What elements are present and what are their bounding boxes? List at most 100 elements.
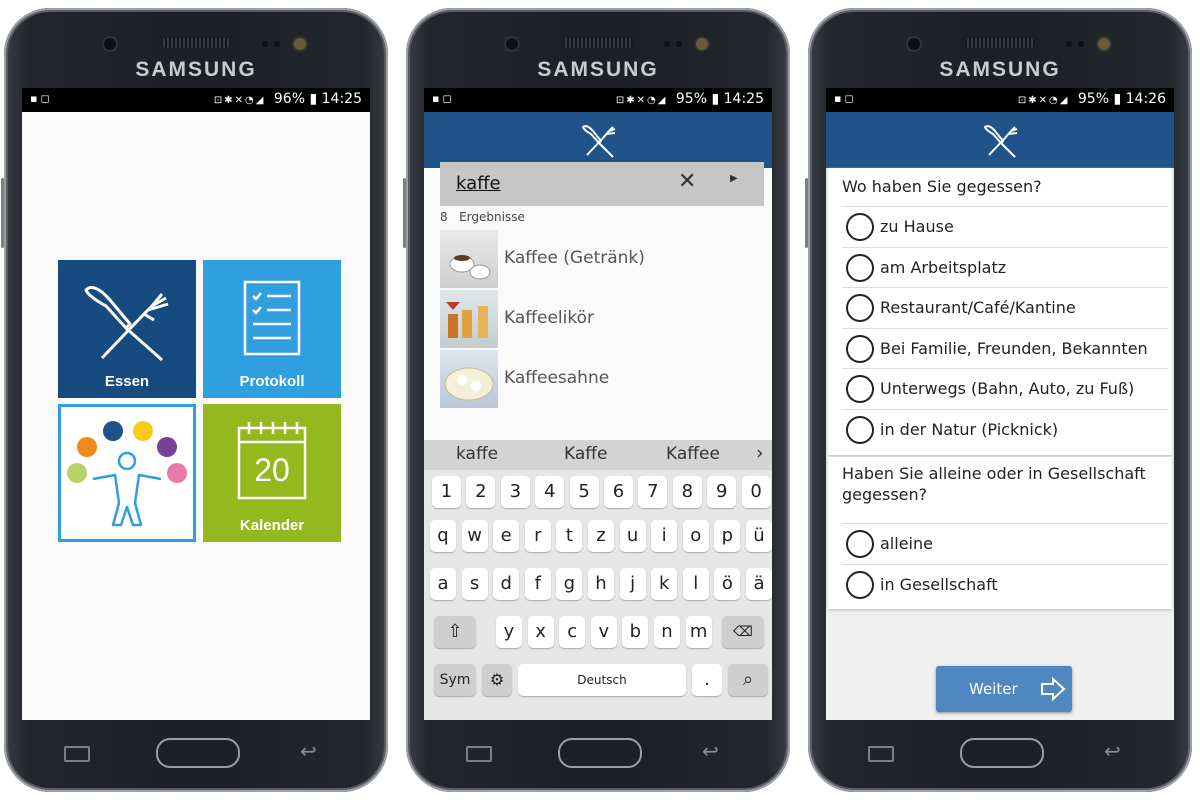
radio-button[interactable] [846, 415, 874, 444]
radio-button[interactable] [846, 334, 874, 363]
search-input[interactable]: kaffe ✕ ▶ [440, 162, 764, 206]
key-o[interactable]: o [682, 520, 709, 552]
recent-apps-button[interactable] [868, 746, 894, 762]
settings-gear-icon[interactable]: ⚙ [482, 664, 512, 696]
key-2[interactable]: 2 [466, 476, 496, 508]
radio-button[interactable] [846, 253, 874, 282]
key-p[interactable]: p [714, 520, 741, 552]
key-v[interactable]: v [590, 616, 617, 648]
radio-option[interactable]: in der Natur (Picknick) [842, 408, 1168, 450]
key-g[interactable]: g [556, 568, 583, 600]
search-icon[interactable]: ⌕ [728, 664, 768, 696]
option-label: Restaurant/Café/Kantine [880, 298, 1076, 317]
key-9[interactable]: 9 [707, 476, 737, 508]
protokoll-label: Protokoll [239, 373, 305, 390]
recent-apps-button[interactable] [64, 746, 90, 762]
option-label: am Arbeitsplatz [880, 257, 1007, 277]
key-ö[interactable]: ö [714, 568, 741, 600]
sym-key[interactable]: Sym [434, 664, 476, 696]
result-item[interactable]: Kaffeelikör [440, 290, 770, 348]
protokoll-tile[interactable]: Protokoll [203, 260, 341, 398]
key-h[interactable]: h [588, 568, 614, 600]
radio-button[interactable] [846, 213, 874, 241]
radio-button[interactable] [846, 530, 874, 558]
key-e[interactable]: e [493, 520, 520, 552]
radio-option[interactable]: alleine [842, 523, 1168, 564]
period-key[interactable]: . [692, 664, 722, 696]
key-q[interactable]: q [430, 520, 456, 552]
result-item[interactable]: Kaffee (Getränk) [440, 230, 770, 288]
phone-home: SAMSUNG ▪◻ ⊡✱✕◔◢ 96% ▮ 14:25 Essen Proto… [1, 8, 388, 792]
key-7[interactable]: 7 [638, 476, 668, 508]
key-3[interactable]: 3 [500, 476, 530, 508]
back-icon[interactable]: ↩ [702, 739, 719, 763]
key-i[interactable]: i [651, 520, 678, 552]
back-icon[interactable]: ↩ [300, 739, 317, 763]
radio-option[interactable]: zu Hause [842, 206, 1168, 247]
key-r[interactable]: r [524, 520, 551, 552]
key-0[interactable]: 0 [741, 476, 771, 508]
recent-apps-button[interactable] [466, 746, 492, 762]
key-ä[interactable]: ä [746, 568, 772, 600]
key-ü[interactable]: ü [746, 520, 772, 552]
results-count: 8 Ergebnisse [440, 210, 525, 224]
clock: 14:26 [1125, 91, 1166, 107]
key-m[interactable]: m [685, 616, 712, 648]
key-x[interactable]: x [527, 616, 554, 648]
shift-key[interactable]: ⇧ [434, 616, 476, 648]
radio-option[interactable]: Restaurant/Café/Kantine [842, 287, 1168, 328]
key-f[interactable]: f [524, 568, 551, 600]
sensor [262, 41, 268, 47]
essen-label: Essen [104, 373, 150, 390]
key-u[interactable]: u [619, 520, 646, 552]
flash [1098, 38, 1110, 50]
key-5[interactable]: 5 [569, 476, 599, 508]
home-button[interactable] [558, 738, 642, 768]
result-item[interactable]: Kaffeesahne [440, 350, 770, 408]
space-key[interactable]: Deutsch [518, 664, 686, 696]
status-right: ⊡✱✕◔◢ 95% ▮ 14:26 [1018, 91, 1166, 107]
activity-tile[interactable] [58, 404, 196, 542]
backspace-key[interactable]: ⌫ [722, 616, 764, 648]
key-d[interactable]: d [493, 568, 520, 600]
back-icon[interactable]: ↩ [1104, 739, 1121, 763]
radio-option[interactable]: Unterwegs (Bahn, Auto, zu Fuß) [842, 368, 1168, 409]
radio-button[interactable] [846, 570, 874, 599]
suggestion[interactable]: Kaffe [564, 444, 607, 464]
key-s[interactable]: s [461, 568, 488, 600]
key-4[interactable]: 4 [535, 476, 565, 508]
radio-option[interactable]: Bei Familie, Freunden, Bekannten [842, 327, 1168, 369]
key-c[interactable]: c [559, 616, 586, 648]
key-l[interactable]: l [682, 568, 709, 600]
home-button[interactable] [960, 738, 1044, 768]
more-suggestions-icon[interactable]: › [756, 442, 764, 464]
home-button[interactable] [156, 738, 240, 768]
notification-icons: ▪◻ [30, 92, 53, 105]
suggestion[interactable]: kaffe [456, 444, 498, 464]
essen-tile[interactable]: Essen [58, 260, 196, 398]
submit-arrow-icon[interactable]: ▶ [730, 173, 738, 184]
clear-icon[interactable]: ✕ [678, 169, 696, 194]
result-label: Kaffeesahne [504, 368, 610, 388]
key-z[interactable]: z [588, 520, 614, 552]
key-w[interactable]: w [461, 520, 488, 552]
next-button[interactable]: Weiter [936, 666, 1072, 712]
key-t[interactable]: t [556, 520, 583, 552]
key-1[interactable]: 1 [432, 476, 461, 508]
key-y[interactable]: y [496, 616, 522, 648]
radio-option[interactable]: in Gesellschaft [842, 563, 1168, 605]
key-b[interactable]: b [622, 616, 649, 648]
app-bar [826, 112, 1174, 168]
key-j[interactable]: j [619, 568, 646, 600]
key-k[interactable]: k [651, 568, 678, 600]
key-8[interactable]: 8 [672, 476, 702, 508]
battery-icon: ▮ [309, 91, 318, 107]
radio-button[interactable] [846, 294, 874, 322]
key-a[interactable]: a [430, 568, 456, 600]
kalender-tile[interactable]: 20 Kalender [203, 404, 341, 542]
suggestion[interactable]: Kaffee [666, 444, 720, 464]
radio-button[interactable] [846, 375, 874, 403]
key-6[interactable]: 6 [604, 476, 633, 508]
key-n[interactable]: n [654, 616, 680, 648]
radio-option[interactable]: am Arbeitsplatz [842, 246, 1168, 288]
